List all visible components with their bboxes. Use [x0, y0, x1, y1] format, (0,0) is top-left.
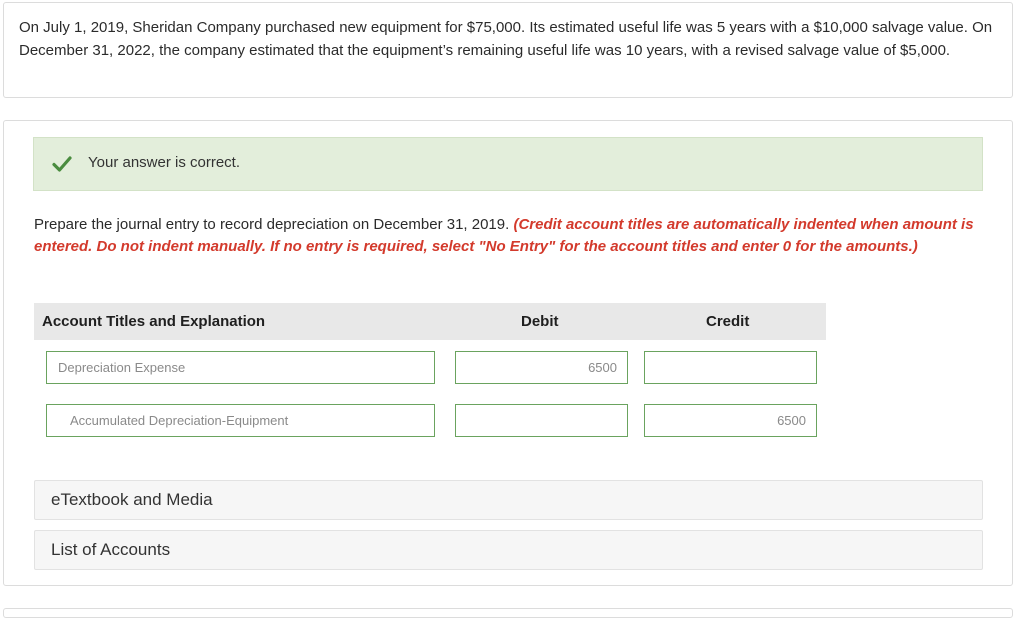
problem-statement: On July 1, 2019, Sheridan Company purcha…: [3, 2, 1013, 98]
header-account-titles: Account Titles and Explanation: [42, 313, 265, 330]
header-credit: Credit: [706, 313, 749, 330]
check-icon: [52, 155, 72, 173]
credit-field-row-2[interactable]: 6500: [644, 404, 817, 437]
etextbook-media-label: eTextbook and Media: [51, 490, 213, 510]
journal-table-header: Account Titles and Explanation Debit Cre…: [34, 303, 826, 340]
credit-value: 6500: [777, 413, 806, 428]
list-of-accounts-label: List of Accounts: [51, 540, 170, 560]
correct-answer-banner: Your answer is correct.: [33, 137, 983, 191]
account-title-value: Accumulated Depreciation-Equipment: [70, 413, 288, 428]
next-panel-edge: [3, 608, 1013, 618]
account-title-field-row-1[interactable]: Depreciation Expense: [46, 351, 435, 384]
list-of-accounts-link[interactable]: List of Accounts: [34, 530, 983, 570]
account-title-value: Depreciation Expense: [58, 360, 185, 375]
account-title-field-row-2[interactable]: Accumulated Depreciation-Equipment: [46, 404, 435, 437]
debit-value: 6500: [588, 360, 617, 375]
debit-field-row-1[interactable]: 6500: [455, 351, 628, 384]
question-instructions: Prepare the journal entry to record depr…: [34, 214, 984, 258]
correct-message: Your answer is correct.: [88, 154, 240, 171]
problem-text: On July 1, 2019, Sheridan Company purcha…: [19, 19, 992, 59]
header-debit: Debit: [521, 313, 559, 330]
answer-panel: Your answer is correct. Prepare the jour…: [3, 120, 1013, 586]
instructions-text: Prepare the journal entry to record depr…: [34, 216, 509, 233]
etextbook-media-link[interactable]: eTextbook and Media: [34, 480, 983, 520]
credit-field-row-1[interactable]: [644, 351, 817, 384]
debit-field-row-2[interactable]: [455, 404, 628, 437]
